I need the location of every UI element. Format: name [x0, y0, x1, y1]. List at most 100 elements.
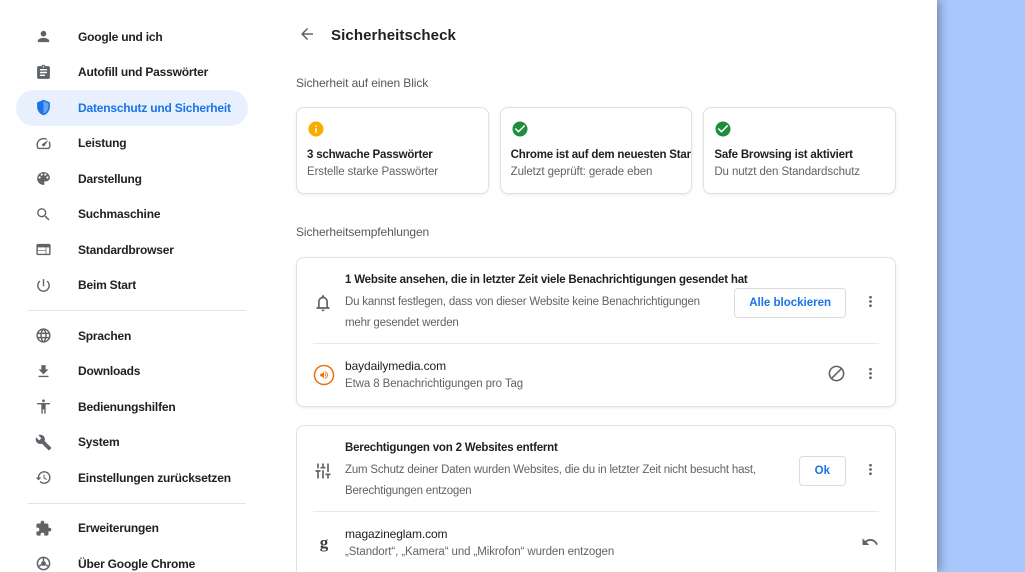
arrow-back-icon	[298, 25, 316, 46]
more-options-button[interactable]	[862, 365, 879, 385]
sidebar-item-google-und-ich[interactable]: Google und ich	[16, 19, 248, 55]
chrome-icon	[35, 555, 52, 572]
block-all-button[interactable]: Alle blockieren	[734, 287, 846, 318]
permissions-actions: Ok	[790, 455, 879, 486]
puzzle-icon	[35, 520, 52, 537]
sidebar-item-datenschutz[interactable]: Datenschutz und Sicherheit	[16, 90, 248, 126]
more-options-button[interactable]	[862, 293, 879, 313]
sidebar-item-autofill[interactable]: Autofill und Passwörter	[16, 55, 248, 91]
person-icon	[35, 28, 52, 45]
sidebar-item-label: Standardbrowser	[78, 242, 174, 257]
site-text-block: magazineglam.com „Standort“, „Kamera“ un…	[345, 526, 853, 560]
site-row-magazineglam: g magazineglam.com „Standort“, „Kamera“ …	[297, 512, 895, 572]
recommendation-description: Zum Schutz deiner Daten wurden Websites,…	[345, 464, 756, 497]
power-icon	[35, 277, 52, 294]
sidebar-item-label: Google und ich	[78, 29, 163, 44]
overview-card-subtitle: Zuletzt geprüft: gerade eben	[510, 166, 653, 178]
shield-icon	[35, 99, 52, 116]
site-detail: Etwa 8 Benachrichtigungen pro Tag	[345, 378, 524, 390]
overview-card-safe-browsing[interactable]: Safe Browsing ist aktiviert Du nutzt den…	[703, 107, 897, 194]
site-detail: „Standort“, „Kamera“ und „Mikrofon“ wurd…	[345, 546, 615, 558]
more-options-button[interactable]	[862, 461, 879, 481]
permissions-recommendation-card: Berechtigungen von 2 Websites entfernt Z…	[296, 425, 896, 572]
permissions-text-block: Berechtigungen von 2 Websites entfernt Z…	[345, 440, 791, 501]
overview-card-passwords[interactable]: 3 schwache Passwörter Erstelle starke Pa…	[296, 107, 489, 194]
undo-icon	[861, 533, 879, 554]
site-domain: baydailymedia.com	[345, 359, 447, 373]
sidebar-divider	[28, 502, 246, 504]
clipboard-icon	[35, 64, 52, 81]
sidebar-item-beim-start[interactable]: Beim Start	[16, 268, 248, 304]
desktop-background: Google und ich Autofill und Passwörter D…	[0, 0, 1025, 572]
settings-window: Google und ich Autofill und Passwörter D…	[0, 0, 937, 572]
ok-button[interactable]: Ok	[798, 455, 846, 486]
sidebar-item-label: Datenschutz und Sicherheit	[78, 100, 231, 115]
back-button[interactable]	[296, 24, 318, 46]
recommendation-title: Berechtigungen von 2 Websites entfernt	[345, 442, 558, 454]
recommendations-section-label: Sicherheitsempfehlungen	[296, 225, 430, 239]
site-favicon-letter: g	[319, 533, 329, 552]
permissions-header-row: Berechtigungen von 2 Websites entfernt Z…	[297, 426, 895, 511]
kebab-icon	[862, 365, 879, 385]
bell-icon	[313, 293, 333, 313]
sidebar-item-bedienungshilfen[interactable]: Bedienungshilfen	[16, 389, 248, 425]
check-circle-icon	[511, 120, 529, 138]
sidebar-item-leistung[interactable]: Leistung	[16, 126, 248, 162]
overview-section-label: Sicherheit auf einen Blick	[296, 76, 429, 90]
download-icon	[35, 363, 52, 380]
sidebar-item-label: Beim Start	[78, 278, 137, 293]
overview-card-subtitle: Du nutzt den Standardschutz	[714, 166, 860, 178]
accessibility-icon	[35, 398, 52, 415]
sidebar-item-downloads[interactable]: Downloads	[16, 354, 248, 390]
speedometer-icon	[35, 135, 52, 152]
block-site-button[interactable]	[827, 364, 846, 386]
site-actions	[819, 364, 879, 386]
wrench-icon	[35, 434, 52, 451]
sidebar-item-label: Darstellung	[78, 171, 142, 186]
undo-button[interactable]	[861, 533, 879, 554]
page-title: Sicherheitscheck	[331, 26, 456, 44]
page-header: Sicherheitscheck	[296, 23, 896, 47]
overview-card-subtitle: Erstelle starke Passwörter	[307, 166, 438, 178]
browser-window-icon	[35, 241, 52, 258]
tune-icon	[313, 461, 333, 481]
sidebar-item-label: Einstellungen zurücksetzen	[78, 470, 231, 485]
site-favicon-speaker-icon	[313, 364, 335, 386]
sidebar-item-label: Suchmaschine	[78, 207, 161, 222]
notifications-text-block: 1 Website ansehen, die in letzter Zeit v…	[345, 272, 748, 333]
sidebar-item-label: Bedienungshilfen	[78, 399, 176, 414]
sidebar-item-system[interactable]: System	[16, 425, 248, 461]
sidebar-item-label: Leistung	[78, 136, 127, 151]
security-check-page: Sicherheitscheck Sicherheit auf einen Bl…	[296, 0, 897, 572]
settings-sidebar: Google und ich Autofill und Passwörter D…	[0, 0, 252, 572]
sidebar-item-label: Autofill und Passwörter	[78, 65, 209, 80]
sidebar-item-label: Downloads	[78, 364, 141, 379]
sidebar-item-ueber-chrome[interactable]: Über Google Chrome	[16, 546, 248, 572]
sidebar-item-standardbrowser[interactable]: Standardbrowser	[16, 232, 248, 268]
site-text-block: baydailymedia.com Etwa 8 Benachrichtigun…	[345, 358, 819, 392]
palette-icon	[35, 170, 52, 187]
warning-icon	[307, 120, 325, 138]
globe-icon	[35, 327, 52, 344]
notifications-actions: Alle blockieren	[726, 287, 879, 318]
search-icon	[35, 206, 52, 223]
sidebar-item-suchmaschine[interactable]: Suchmaschine	[16, 197, 248, 233]
recommendation-description: Du kannst festlegen, dass von dieser Web…	[345, 296, 700, 329]
kebab-icon	[862, 461, 879, 481]
reset-icon	[35, 469, 52, 486]
site-actions	[853, 532, 879, 554]
sidebar-item-sprachen[interactable]: Sprachen	[16, 318, 248, 354]
sidebar-item-zuruecksetzen[interactable]: Einstellungen zurücksetzen	[16, 460, 248, 496]
sidebar-item-label: Erweiterungen	[78, 521, 159, 536]
site-domain: magazineglam.com	[345, 527, 448, 541]
site-row-baydailymedia: baydailymedia.com Etwa 8 Benachrichtigun…	[297, 344, 895, 406]
check-circle-icon	[714, 120, 732, 138]
sidebar-item-label: Sprachen	[78, 328, 132, 343]
overview-cards-row: 3 schwache Passwörter Erstelle starke Pa…	[296, 107, 897, 194]
notifications-header-row: 1 Website ansehen, die in letzter Zeit v…	[297, 258, 895, 343]
sidebar-item-label: System	[78, 435, 120, 450]
sidebar-item-erweiterungen[interactable]: Erweiterungen	[16, 511, 248, 547]
overview-card-updates[interactable]: Chrome ist auf dem neuesten Stand Zuletz…	[499, 107, 693, 194]
sidebar-item-darstellung[interactable]: Darstellung	[16, 161, 248, 197]
notifications-recommendation-card: 1 Website ansehen, die in letzter Zeit v…	[296, 257, 896, 407]
